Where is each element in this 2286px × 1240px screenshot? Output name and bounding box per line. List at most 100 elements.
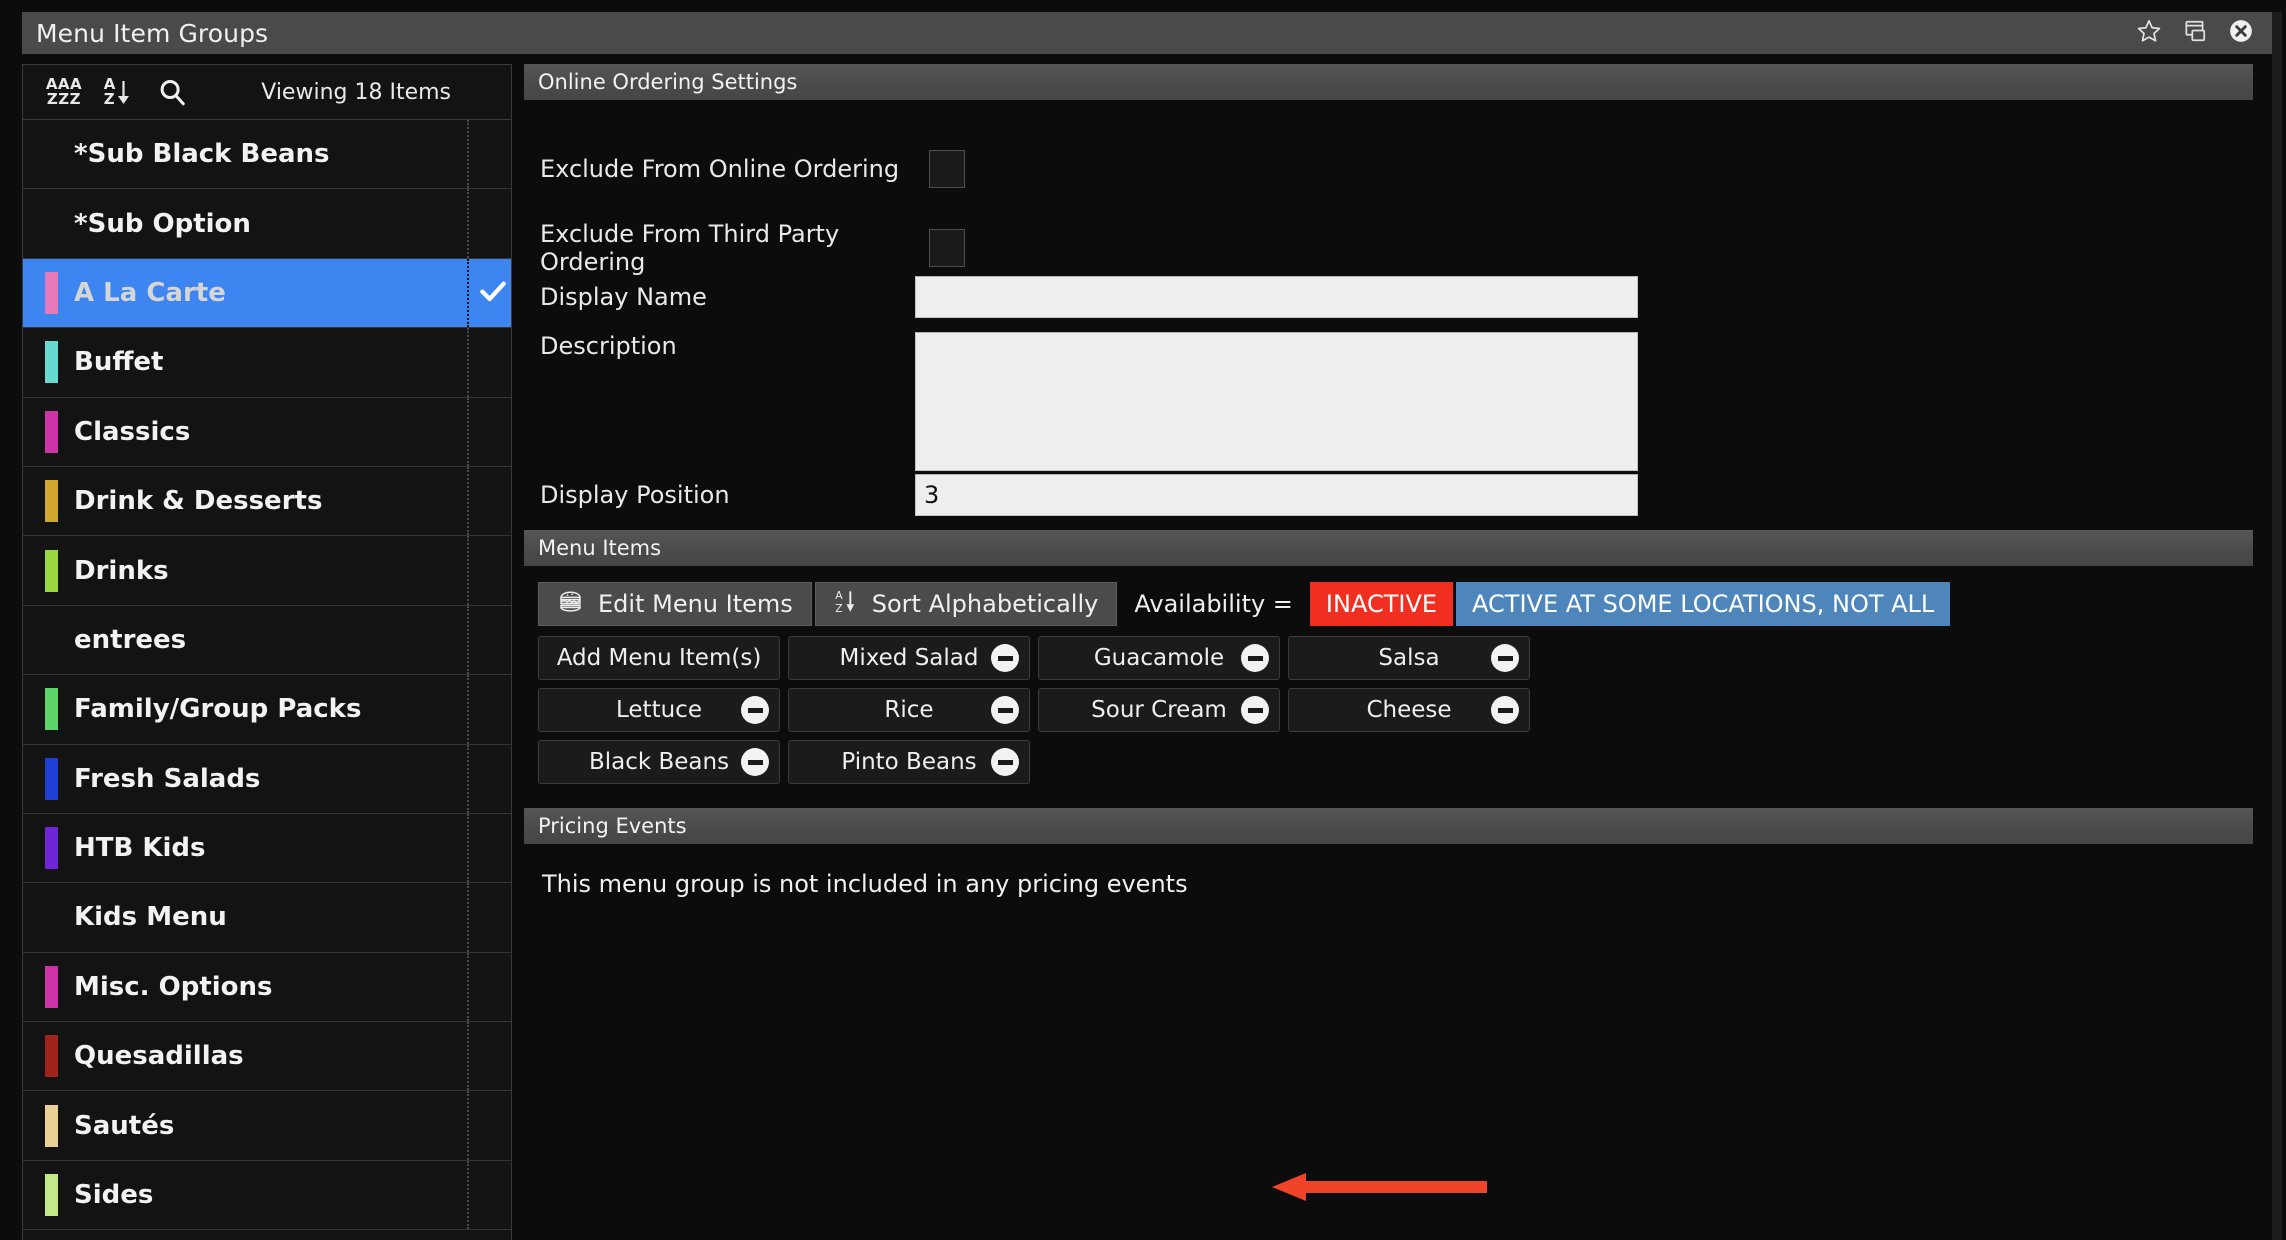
sidebar-item-sub-option[interactable]: *Sub Option — [23, 189, 511, 259]
sidebar-item-label: Classics — [74, 416, 191, 447]
menu-item-chip[interactable]: Pinto Beans — [788, 740, 1030, 784]
sidebar-item-buffet[interactable]: Buffet — [23, 328, 511, 398]
column-divider — [467, 1160, 469, 1230]
group-color-swatch — [45, 133, 58, 175]
sidebar-item-family-group-packs[interactable]: Family/Group Packs — [23, 675, 511, 745]
remove-menu-item-icon[interactable] — [991, 748, 1019, 776]
display-name-input[interactable] — [915, 276, 1638, 318]
column-divider — [467, 952, 469, 1022]
pricing-events-section-title: Pricing Events — [538, 814, 687, 838]
remove-menu-item-icon[interactable] — [741, 696, 769, 724]
menu-item-label: Guacamole — [1093, 645, 1225, 671]
sidebar-toolbar: AAA ZZZ A Z Viewing 18 Items — [23, 65, 511, 120]
status-badge-some-locations: ACTIVE AT SOME LOCATIONS, NOT ALL — [1456, 582, 1951, 626]
sort-aaazzz-bottom: ZZZ — [46, 90, 82, 108]
sidebar-item-label: Fresh Salads — [74, 763, 261, 794]
group-color-swatch — [45, 203, 58, 245]
column-divider — [467, 328, 469, 397]
detail-pane: Online Ordering Settings Exclude From On… — [524, 64, 2264, 1240]
column-divider — [467, 605, 469, 675]
remove-menu-item-icon[interactable] — [991, 644, 1019, 672]
menu-item-label: Sour Cream — [1091, 697, 1227, 723]
sidebar-item-classics[interactable]: Classics — [23, 397, 511, 467]
menu-item-chip[interactable]: Sour Cream — [1038, 688, 1280, 732]
pricing-events-section-header: Pricing Events — [524, 808, 2253, 844]
sidebar-item-drink-desserts[interactable]: Drink & Desserts — [23, 466, 511, 537]
display-name-label: Display Name — [540, 283, 707, 311]
group-color-swatch — [45, 1035, 58, 1078]
sidebar-item-label: Buffet — [74, 347, 164, 378]
restore-window-icon[interactable] — [2182, 18, 2208, 48]
remove-menu-item-icon[interactable] — [991, 696, 1019, 724]
menu-item-chip[interactable]: Cheese — [1288, 688, 1530, 732]
display-position-input[interactable] — [915, 474, 1638, 516]
sidebar-item-saut-s[interactable]: Sautés — [23, 1091, 511, 1161]
description-textarea[interactable] — [915, 332, 1638, 471]
remove-menu-item-icon[interactable] — [1491, 696, 1519, 724]
column-divider — [467, 258, 469, 328]
down-arrow-icon — [118, 81, 130, 104]
page-title: Menu Item Groups — [36, 18, 269, 48]
sidebar-item-label: entrees — [74, 624, 187, 655]
sidebar-item-label: Drinks — [74, 555, 169, 586]
group-color-swatch — [45, 965, 58, 1008]
sidebar-item-sides[interactable]: Sides — [23, 1160, 511, 1231]
exclude-online-ordering-checkbox[interactable] — [929, 150, 965, 188]
favorite-star-icon[interactable] — [2136, 18, 2162, 48]
remove-menu-item-icon[interactable] — [741, 748, 769, 776]
edit-menu-items-label: Edit Menu Items — [598, 590, 793, 618]
group-color-swatch — [45, 480, 58, 523]
column-divider — [467, 536, 469, 605]
group-color-swatch — [45, 619, 58, 661]
sidebar-item-label: Kids Menu — [74, 902, 227, 933]
exclude-third-party-ordering-checkbox[interactable] — [929, 229, 965, 267]
remove-menu-item-icon[interactable] — [1491, 644, 1519, 672]
menu-items-grid: Add Menu Item(s) Mixed Salad Guacamole Sals… — [538, 636, 2264, 784]
add-menu-items-button[interactable]: Add Menu Item(s) — [538, 636, 780, 680]
sort-az-letter-z: Z — [103, 90, 115, 108]
exclude-third-party-ordering-label: Exclude From Third Party Ordering — [540, 220, 840, 276]
menu-item-chip[interactable]: Guacamole — [1038, 636, 1280, 680]
check-icon — [477, 275, 509, 311]
description-label: Description — [540, 332, 677, 360]
group-color-swatch — [45, 688, 58, 731]
menu-item-chip[interactable]: Lettuce — [538, 688, 780, 732]
sidebar-item-htb-kids[interactable]: HTB Kids — [23, 813, 511, 884]
sidebar-item-label: Quesadillas — [74, 1041, 244, 1072]
remove-menu-item-icon[interactable] — [1241, 644, 1269, 672]
annotation-arrow-icon — [1272, 1173, 1487, 1201]
search-icon[interactable] — [145, 69, 199, 115]
sidebar-item-a-la-carte[interactable]: A La Carte — [23, 258, 511, 329]
sidebar-item-label: *Sub Black Beans — [74, 139, 330, 170]
column-divider — [467, 883, 469, 952]
close-window-icon[interactable] — [2228, 18, 2254, 48]
sidebar-item-misc-options[interactable]: Misc. Options — [23, 952, 511, 1023]
sidebar-item-label: Sautés — [74, 1110, 175, 1141]
menu-items-body: Edit Menu Items A Z Sort Alphabetically … — [524, 582, 2264, 784]
sidebar-item-drinks[interactable]: Drinks — [23, 536, 511, 606]
sidebar-item-sub-black-beans[interactable]: *Sub Black Beans — [23, 120, 511, 190]
pricing-events-empty-message: This menu group is not included in any p… — [542, 870, 1188, 898]
edit-menu-items-button[interactable]: Edit Menu Items — [538, 582, 812, 626]
menu-item-chip[interactable]: Mixed Salad — [788, 636, 1030, 680]
sidebar-item-fresh-salads[interactable]: Fresh Salads — [23, 744, 511, 814]
menu-item-chip[interactable]: Salsa — [1288, 636, 1530, 680]
sort-az-descending-icon[interactable]: A Z — [91, 69, 145, 115]
menu-item-chip[interactable]: Black Beans — [538, 740, 780, 784]
sidebar-item-kids-menu[interactable]: Kids Menu — [23, 883, 511, 953]
sort-alphabetically-button[interactable]: A Z Sort Alphabetically — [814, 582, 1118, 626]
sidebar-item-label: HTB Kids — [74, 833, 206, 864]
online-ordering-section-title: Online Ordering Settings — [538, 70, 798, 94]
window-vertical-scrollbar[interactable] — [2272, 12, 2282, 1240]
online-ordering-form: Exclude From Online Ordering Exclude Fro… — [524, 100, 2264, 520]
application-window: Menu Item Groups AAA ZZZ A Z Viewing 18 … — [0, 0, 2286, 1240]
menu-item-label: Pinto Beans — [841, 749, 977, 775]
sort-aaazzz-icon[interactable]: AAA ZZZ — [37, 69, 91, 115]
sidebar-item-entrees[interactable]: entrees — [23, 605, 511, 676]
sidebar-item-label: Drink & Desserts — [74, 486, 323, 517]
column-divider — [467, 1091, 469, 1160]
menu-item-chip[interactable]: Rice — [788, 688, 1030, 732]
exclude-online-ordering-label: Exclude From Online Ordering — [540, 155, 900, 183]
sidebar-item-quesadillas[interactable]: Quesadillas — [23, 1022, 511, 1092]
remove-menu-item-icon[interactable] — [1241, 696, 1269, 724]
